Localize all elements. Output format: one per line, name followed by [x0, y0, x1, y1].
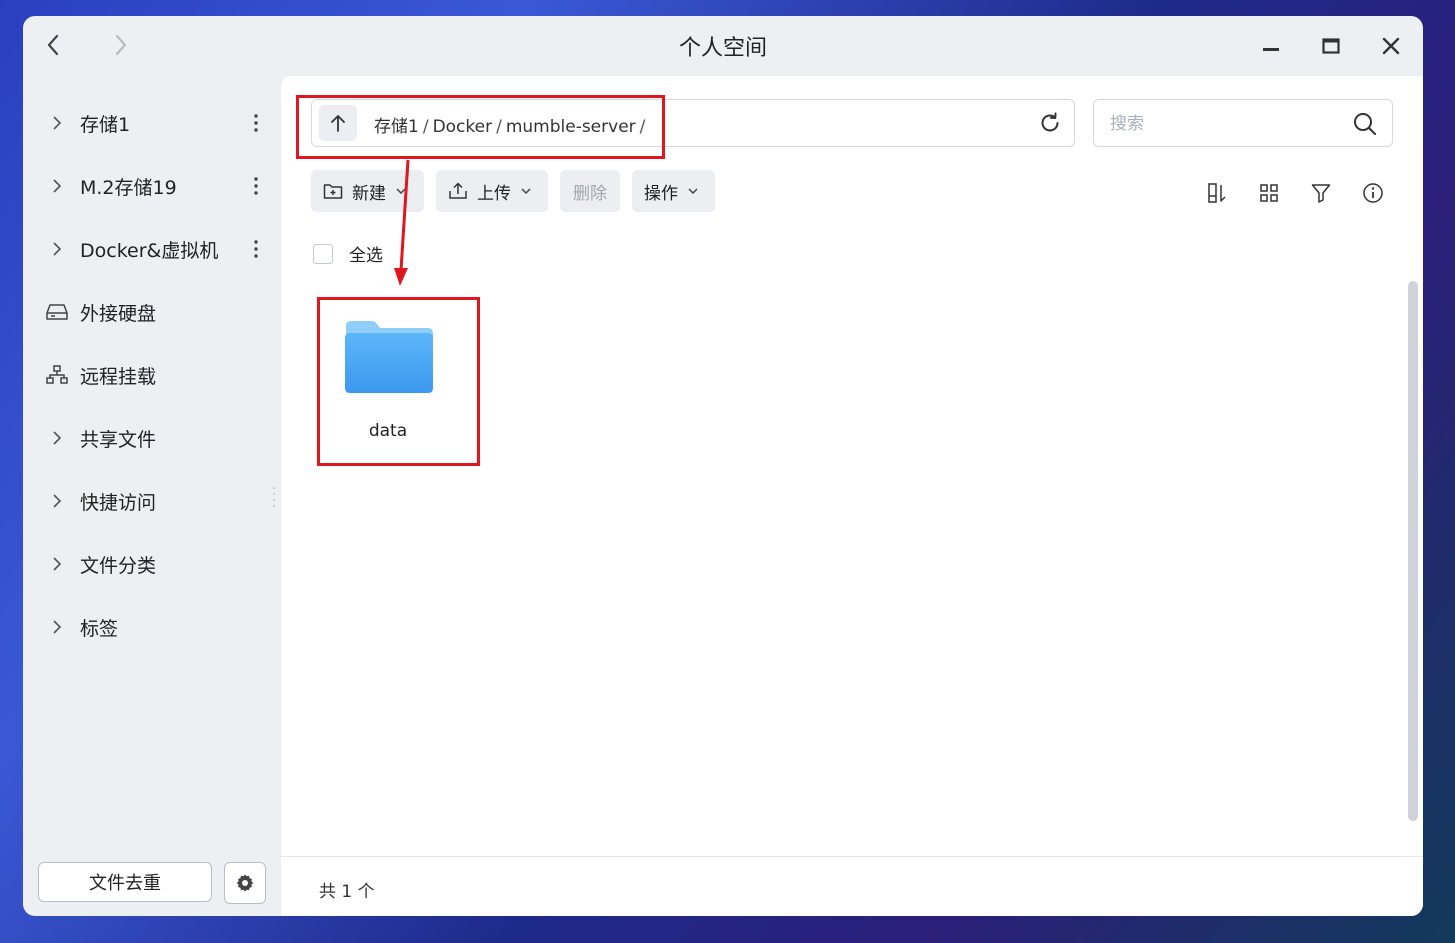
chevron-right-icon — [45, 116, 69, 130]
sort-button[interactable] — [1204, 180, 1230, 206]
minimize-button[interactable] — [1255, 30, 1287, 62]
grid-view-icon — [1260, 184, 1278, 202]
actions-button-label: 操作 — [644, 183, 678, 204]
more-icon[interactable] — [251, 111, 261, 135]
chevron-right-icon — [45, 494, 69, 508]
sidebar-item-label: 快捷访问 — [80, 491, 157, 514]
sidebar-item-file-categories[interactable]: 文件分类 — [45, 544, 271, 584]
upload-button-label: 上传 — [477, 183, 511, 204]
upload-icon — [448, 182, 468, 200]
sidebar-item-label: 文件分类 — [80, 554, 157, 577]
sort-icon — [1208, 183, 1226, 203]
sidebar-item-shared-files[interactable]: 共享文件 — [45, 418, 271, 458]
close-button[interactable] — [1375, 30, 1407, 62]
refresh-button[interactable] — [1038, 111, 1062, 135]
chevron-right-icon — [45, 557, 69, 571]
info-button[interactable] — [1360, 180, 1386, 206]
main-panel: 存储1/Docker/mumble-server/ 新建 上传 删除 操作 — [281, 76, 1423, 916]
maximize-icon — [1322, 38, 1340, 54]
sidebar-item-quick-access[interactable]: 快捷访问 — [45, 481, 271, 521]
grid-view-button[interactable] — [1256, 180, 1282, 206]
chevron-right-icon — [45, 431, 69, 445]
sidebar-item-storage1[interactable]: 存储1 — [45, 103, 271, 143]
scrollbar[interactable] — [1408, 281, 1418, 821]
chevron-down-icon — [521, 188, 531, 194]
minimize-icon — [1263, 48, 1279, 51]
network-mount-icon — [45, 365, 69, 385]
sidebar-item-external-drive[interactable]: 外接硬盘 — [45, 292, 271, 332]
upload-button[interactable]: 上传 — [436, 170, 548, 212]
settings-button[interactable] — [224, 862, 266, 904]
maximize-button[interactable] — [1315, 30, 1347, 62]
search-button[interactable] — [1352, 111, 1378, 137]
select-all-label: 全选 — [349, 246, 383, 266]
more-icon[interactable] — [251, 237, 261, 261]
chevron-right-icon — [45, 179, 69, 193]
new-button[interactable]: 新建 — [311, 170, 424, 212]
status-bar: 共 1 个 — [281, 856, 1423, 916]
sidebar-item-label: 标签 — [80, 617, 119, 640]
info-icon — [1363, 183, 1383, 203]
chevron-right-icon — [45, 242, 69, 256]
item-count: 共 1 个 — [319, 882, 375, 902]
delete-button[interactable]: 删除 — [560, 170, 620, 212]
sidebar-item-docker-vm[interactable]: Docker&虚拟机 — [45, 229, 271, 269]
filter-icon — [1311, 184, 1331, 203]
sidebar-item-label: 远程挂载 — [80, 365, 157, 388]
sidebar-item-label: 外接硬盘 — [80, 302, 157, 325]
file-dedup-button[interactable]: 文件去重 — [38, 862, 212, 902]
sidebar-item-label: 共享文件 — [80, 428, 157, 451]
more-icon[interactable] — [251, 174, 261, 198]
close-icon — [1382, 37, 1400, 55]
external-drive-icon — [45, 303, 69, 321]
sidebar-item-m2-storage19[interactable]: M.2存储19 — [45, 166, 271, 206]
gear-icon — [236, 874, 254, 892]
annotation-box-folder — [317, 297, 480, 466]
select-all-checkbox[interactable] — [313, 243, 333, 264]
sidebar-item-label: M.2存储19 — [80, 176, 177, 199]
sidebar-item-label: Docker&虚拟机 — [80, 239, 219, 262]
search-input[interactable] — [1108, 110, 1342, 138]
chevron-right-icon — [45, 620, 69, 634]
chevron-down-icon — [688, 188, 698, 194]
select-all[interactable]: 全选 — [313, 241, 383, 266]
chevron-down-icon — [396, 188, 406, 194]
refresh-icon — [1041, 112, 1059, 132]
actions-button[interactable]: 操作 — [632, 170, 715, 212]
title-bar: 个人空间 — [23, 16, 1423, 76]
annotation-box-path — [296, 95, 665, 159]
search-icon — [1354, 113, 1376, 135]
file-manager-window: 个人空间 存储1 M.2存储19 Docker&虚拟机 外接硬盘 远程挂载 共享… — [23, 16, 1423, 916]
new-file-icon — [323, 182, 343, 200]
sidebar-resize-handle[interactable] — [272, 486, 276, 510]
filter-button[interactable] — [1308, 180, 1334, 206]
search-box — [1093, 99, 1393, 147]
sidebar-item-tags[interactable]: 标签 — [45, 607, 271, 647]
sidebar: 存储1 M.2存储19 Docker&虚拟机 外接硬盘 远程挂载 共享文件 快捷… — [23, 76, 281, 916]
sidebar-item-label: 存储1 — [80, 113, 131, 136]
sidebar-item-remote-mount[interactable]: 远程挂载 — [45, 355, 271, 395]
window-title: 个人空间 — [678, 36, 767, 61]
new-button-label: 新建 — [352, 183, 386, 204]
